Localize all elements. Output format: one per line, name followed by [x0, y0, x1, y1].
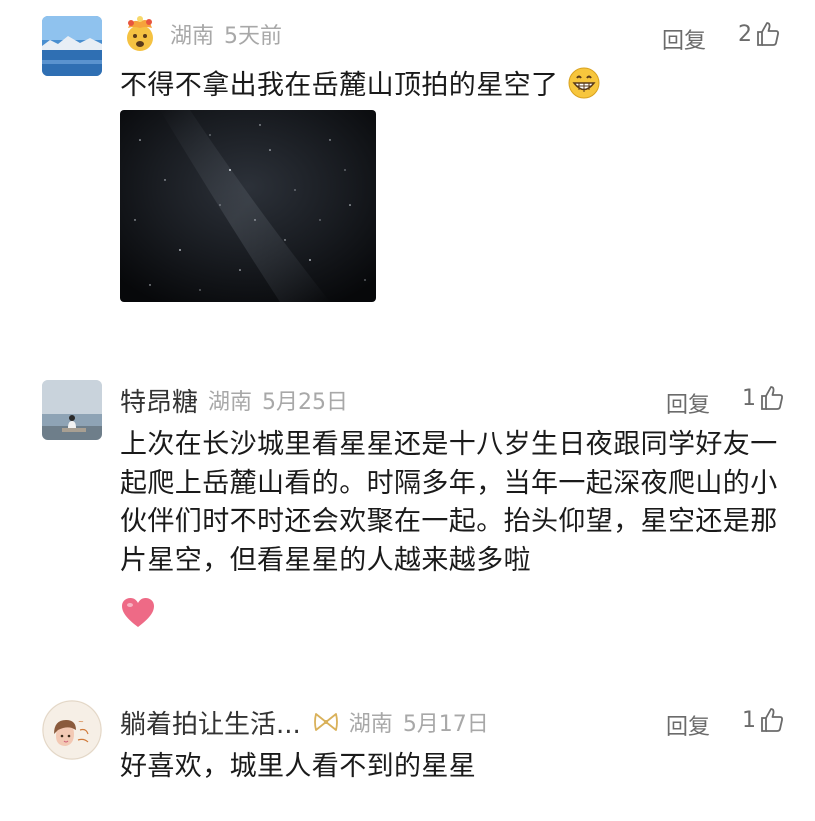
comment-time: 5天前 [224, 24, 283, 49]
bow-badge-icon [313, 711, 339, 733]
comment-location: 湖南 [208, 390, 253, 415]
comment-text: 不得不拿出我在岳麓山顶拍的星空了 [120, 66, 785, 106]
thumbs-up-icon [757, 22, 779, 46]
like-button[interactable]: 1 [742, 385, 784, 411]
reply-button[interactable]: 回复 [662, 23, 706, 55]
comment-meta: 湖南 5天前 [120, 14, 282, 54]
thumbs-up-icon [761, 708, 783, 732]
like-count: 1 [742, 385, 756, 411]
comment-meta: 特昂糖 湖南 5月25日 [120, 380, 348, 420]
avatar[interactable] [42, 16, 102, 76]
grinning-face-emoji [567, 66, 601, 100]
avatar[interactable] [42, 380, 102, 440]
comment-item: ~ 躺着拍让生活... 湖南 5月17日 回复 1 好喜欢，城里人看不到的星星 [0, 690, 815, 821]
landscape-lake-avatar [42, 16, 102, 76]
comment-username[interactable]: 躺着拍让生活... [120, 704, 301, 741]
comment-text: 上次在长沙城里看星星还是十八岁生日夜跟同学好友一起爬上岳麓山看的。时隔多年，当年… [120, 429, 778, 576]
comment-text: 好喜欢，城里人看不到的星星 [120, 751, 477, 782]
comment-item: 湖南 5天前 回复 2 不得不拿出我在岳麓山顶拍的星空了 [0, 0, 815, 340]
pink-heart-emoji [120, 596, 156, 630]
starry-sky-photo[interactable] [120, 110, 376, 302]
comment-time: 5月17日 [402, 712, 489, 737]
comment-time: 5月25日 [262, 390, 349, 415]
avatar[interactable]: ~ [42, 700, 102, 760]
exploding-head-emoji[interactable] [120, 14, 160, 54]
comment-item: 特昂糖 湖南 5月25日 回复 1 上次在长沙城里看星星还是十八岁生日夜跟同学好… [0, 360, 815, 660]
like-count: 2 [738, 21, 752, 47]
comment-location: 湖南 [170, 24, 215, 49]
comment-username[interactable]: 特昂糖 [120, 382, 198, 419]
like-button[interactable]: 2 [738, 21, 780, 47]
person-sitting-by-sea-avatar [42, 380, 102, 440]
cartoon-girl-avatar: ~ [42, 700, 102, 760]
svg-text:~: ~ [78, 718, 84, 726]
like-button[interactable]: 1 [742, 707, 784, 733]
comment-meta: 躺着拍让生活... 湖南 5月17日 [120, 702, 489, 742]
reply-button[interactable]: 回复 [666, 387, 710, 419]
thumbs-up-icon [761, 386, 783, 410]
reply-button[interactable]: 回复 [666, 709, 710, 741]
comment-location: 湖南 [348, 712, 393, 737]
like-count: 1 [742, 707, 756, 733]
